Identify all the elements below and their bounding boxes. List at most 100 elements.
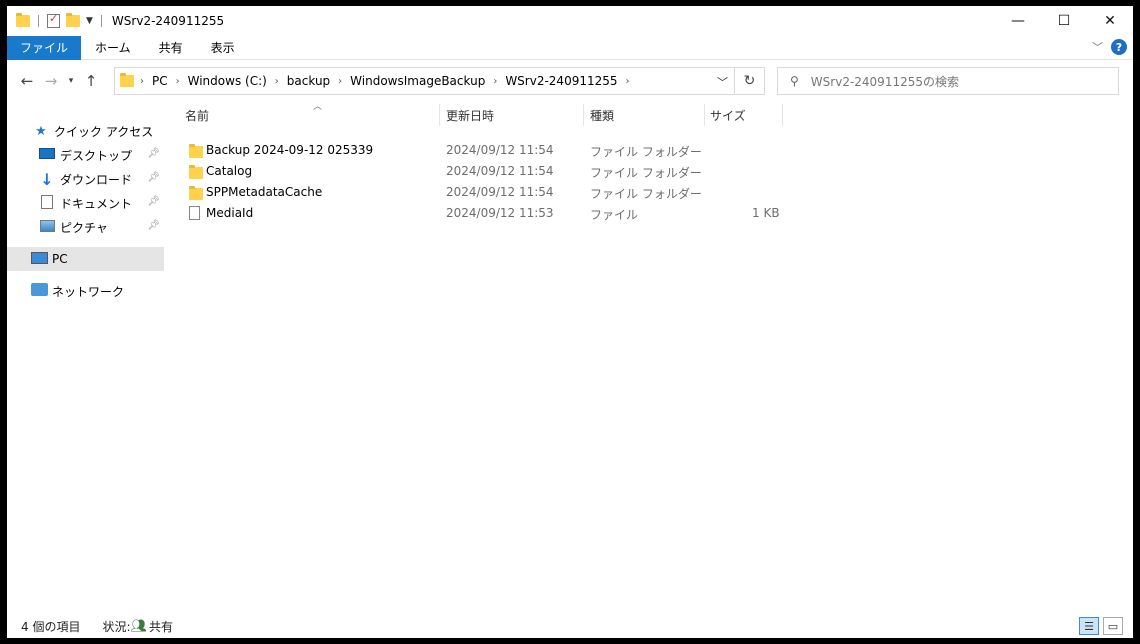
chevron-right-icon[interactable]: › (273, 76, 281, 87)
column-divider[interactable] (782, 104, 783, 126)
chevron-right-icon[interactable]: › (624, 76, 632, 87)
nav-item-label: ダウンロード (60, 172, 133, 187)
table-row[interactable]: MediaId 2024/09/12 11:53 ファイル 1 KB (177, 203, 780, 224)
search-icon: ⚲ (790, 74, 799, 88)
file-list: 名前 ︿ 更新日時 種類 サイズ Backup 2024-09-12 02533… (177, 102, 1127, 612)
column-header-size[interactable]: サイズ (710, 102, 782, 128)
explorer-window: ▼ WSrv2-240911255 — ☐ ✕ ファイル ホーム 共有 表示 ﹀… (7, 6, 1133, 638)
navigation-bar: ← → ▾ ↑ › PC › Windows (C:) › backup › W… (7, 66, 1133, 96)
nav-item-label: ピクチャ (60, 220, 108, 235)
nav-item-pictures[interactable]: ピクチャ 📌︎ (7, 215, 164, 239)
tab-file[interactable]: ファイル (7, 35, 82, 60)
up-button[interactable]: ↑ (79, 72, 103, 90)
minimize-button[interactable]: — (995, 6, 1041, 36)
file-date: 2024/09/12 11:54 (446, 164, 554, 178)
back-button[interactable]: ← (15, 72, 39, 90)
tab-home[interactable]: ホーム (81, 36, 145, 60)
shared-people-icon: 👥︎ (130, 618, 148, 634)
nav-item-network[interactable]: ネットワーク (7, 279, 164, 303)
tab-view[interactable]: 表示 (197, 36, 249, 60)
star-icon: ★ (35, 123, 47, 139)
title-bar: ▼ WSrv2-240911255 — ☐ ✕ (7, 6, 1133, 36)
file-icon (189, 206, 200, 220)
chevron-right-icon[interactable]: › (491, 76, 499, 87)
column-header-label: 名前 (185, 108, 210, 123)
table-row[interactable]: Catalog 2024/09/12 11:54 ファイル フォルダー (177, 161, 777, 182)
file-date: 2024/09/12 11:54 (446, 143, 554, 157)
sort-ascending-icon: ︿ (313, 102, 323, 112)
window-controls: — ☐ ✕ (995, 6, 1133, 36)
nav-item-label: ネットワーク (52, 284, 125, 299)
chevron-right-icon[interactable]: › (174, 76, 182, 87)
column-divider[interactable] (583, 104, 584, 126)
breadcrumb-backup[interactable]: backup (281, 74, 336, 88)
column-divider[interactable] (704, 104, 705, 126)
file-date: 2024/09/12 11:54 (446, 185, 554, 199)
network-icon (31, 283, 48, 296)
file-type: ファイル フォルダー (590, 145, 702, 159)
close-button[interactable]: ✕ (1087, 6, 1133, 36)
column-header-label: 種類 (590, 108, 615, 123)
nav-item-desktop[interactable]: デスクトップ 📌︎ (7, 143, 164, 167)
status-value: 共有 (149, 619, 174, 634)
chevron-right-icon[interactable]: › (138, 76, 146, 87)
expand-ribbon-chevron-icon[interactable]: ﹀ (1092, 39, 1103, 55)
chevron-right-icon[interactable]: › (336, 76, 344, 87)
download-icon: ↓ (40, 169, 54, 189)
column-header-name[interactable]: 名前 ︿ (185, 102, 439, 128)
search-box[interactable]: ⚲ WSrv2-240911255の検索 (777, 67, 1119, 95)
nav-item-pc[interactable]: PC (7, 247, 164, 271)
maximize-button[interactable]: ☐ (1041, 6, 1087, 36)
desktop-icon (39, 148, 55, 159)
file-type: ファイル フォルダー (590, 187, 702, 201)
folder-icon (189, 165, 203, 179)
nav-quick-access[interactable]: ★ クイック アクセス (7, 119, 164, 143)
pin-icon[interactable]: 📌︎ (147, 148, 160, 159)
file-type: ファイル フォルダー (590, 166, 702, 180)
breadcrumb-pc[interactable]: PC (146, 74, 174, 88)
divider (100, 15, 102, 27)
tab-share[interactable]: 共有 (145, 36, 197, 60)
pin-icon[interactable]: 📌︎ (147, 196, 160, 207)
folder-icon[interactable] (16, 13, 30, 27)
nav-item-label: ドキュメント (60, 196, 133, 211)
ribbon-tabs: ファイル ホーム 共有 表示 ﹀ ? (7, 35, 1133, 60)
column-header-date[interactable]: 更新日時 (446, 102, 583, 128)
file-name: Catalog (206, 164, 253, 178)
pin-icon[interactable]: 📌︎ (147, 220, 160, 231)
refresh-button[interactable]: ↻ (734, 68, 764, 94)
column-header-label: サイズ (710, 108, 746, 123)
recent-locations-chevron-icon[interactable]: ▾ (63, 76, 79, 86)
properties-icon[interactable] (47, 12, 60, 28)
column-header-type[interactable]: 種類 (590, 102, 704, 128)
column-header-label: 更新日時 (446, 108, 495, 123)
new-folder-icon[interactable] (66, 13, 80, 27)
breadcrumb-wsrv2[interactable]: WSrv2-240911255 (499, 74, 623, 88)
forward-button[interactable]: → (39, 72, 63, 90)
breadcrumb-windowsimagebackup[interactable]: WindowsImageBackup (344, 74, 491, 88)
status-bar: 4 個の項目 状況: 👥︎ 共有 ☰ ▭ (7, 614, 1133, 638)
file-type: ファイル (590, 208, 639, 222)
nav-item-label: PC (52, 252, 68, 266)
help-icon[interactable]: ? (1111, 39, 1127, 55)
customize-toolbar-chevron-icon[interactable]: ▼ (86, 16, 93, 26)
breadcrumb-windows-c[interactable]: Windows (C:) (182, 74, 273, 88)
folder-icon (189, 186, 203, 200)
address-history-chevron-icon[interactable]: ﹀ (717, 74, 728, 90)
details-view-button[interactable]: ☰ (1079, 617, 1099, 635)
column-divider[interactable] (439, 104, 440, 126)
address-bar[interactable]: › PC › Windows (C:) › backup › WindowsIm… (114, 67, 765, 95)
large-icons-view-button[interactable]: ▭ (1103, 617, 1123, 635)
folder-icon (189, 144, 203, 158)
pin-icon[interactable]: 📌︎ (147, 172, 160, 183)
nav-item-downloads[interactable]: ↓ ダウンロード 📌︎ (7, 167, 164, 191)
nav-item-documents[interactable]: ドキュメント 📌︎ (7, 191, 164, 215)
window-title: WSrv2-240911255 (111, 14, 225, 28)
file-name: Backup 2024-09-12 025339 (206, 143, 374, 157)
table-row[interactable]: Backup 2024-09-12 025339 2024/09/12 11:5… (177, 140, 777, 161)
file-size: 1 KB (752, 206, 780, 220)
document-icon (41, 194, 53, 209)
divider (38, 15, 39, 27)
table-row[interactable]: SPPMetadataCache 2024/09/12 11:54 ファイル フ… (177, 182, 777, 203)
folder-icon (120, 73, 134, 87)
